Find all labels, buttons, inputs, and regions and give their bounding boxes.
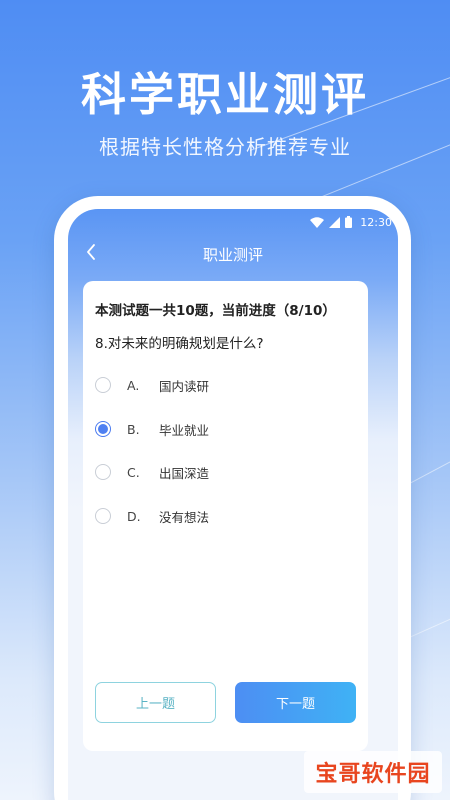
option-b-radio[interactable] bbox=[95, 421, 111, 437]
next-question-button[interactable]: 下一题 bbox=[235, 682, 356, 723]
watermark-text: 宝哥软件园 bbox=[315, 762, 431, 787]
nav-title: 职业测评 bbox=[202, 246, 263, 264]
option-c[interactable]: C. 出国深造 bbox=[95, 460, 345, 484]
option-d-key: D. bbox=[127, 508, 141, 524]
wifi-icon bbox=[310, 213, 325, 232]
option-d[interactable]: D. 没有想法 bbox=[95, 504, 345, 528]
option-a-radio[interactable] bbox=[95, 377, 111, 393]
hero-subtitle: 根据特长性格分析推荐专业 bbox=[99, 135, 351, 159]
option-c-label: 出国深造 bbox=[159, 465, 210, 481]
option-c-radio[interactable] bbox=[95, 464, 111, 480]
option-d-radio[interactable] bbox=[95, 508, 111, 524]
option-d-label: 没有想法 bbox=[159, 509, 210, 525]
quiz-progress-text: 本测试题一共10题，当前进度（8/10） bbox=[95, 303, 336, 319]
battery-icon bbox=[345, 213, 353, 232]
option-b[interactable]: B. 毕业就业 bbox=[95, 417, 345, 441]
phone-screen: 12:30 职业测评 本测试题一共10题，当前进度（8/10） 8.对未来的明确… bbox=[68, 209, 398, 800]
cellular-signal-icon bbox=[329, 213, 341, 232]
question-text: 8.对未来的明确规划是什么? bbox=[95, 336, 264, 352]
option-b-key: B. bbox=[127, 421, 140, 437]
option-c-key: C. bbox=[127, 464, 140, 480]
previous-question-button[interactable]: 上一题 bbox=[95, 682, 216, 723]
option-a[interactable]: A. 国内读研 bbox=[95, 373, 345, 397]
hero-title: 科学职业测评 bbox=[80, 68, 369, 121]
question-card: 本测试题一共10题，当前进度（8/10） 8.对未来的明确规划是什么? A. 国… bbox=[83, 281, 368, 751]
watermark: 宝哥软件园 bbox=[304, 751, 442, 793]
option-a-label: 国内读研 bbox=[159, 378, 210, 394]
status-time: 12:30 bbox=[360, 215, 392, 229]
status-bar: 12:30 bbox=[68, 209, 398, 235]
option-a-key: A. bbox=[127, 377, 140, 393]
nav-bar: 职业测评 bbox=[68, 237, 398, 271]
option-b-label: 毕业就业 bbox=[159, 422, 210, 438]
